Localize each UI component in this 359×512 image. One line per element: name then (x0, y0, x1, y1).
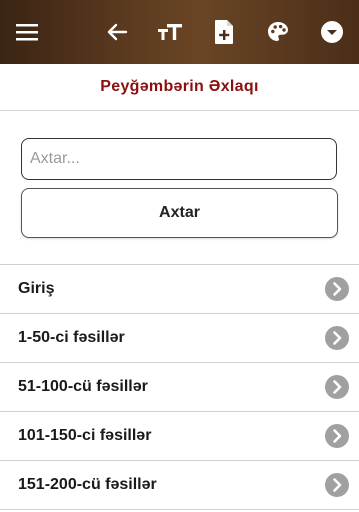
page-title: Peyğəmbərin Əxlaqı (100, 78, 259, 95)
chevron-down-circle-icon (321, 21, 343, 43)
text-size-icon (158, 24, 182, 40)
list-item-label: Giriş (18, 280, 55, 297)
menu-button[interactable] (11, 16, 43, 48)
app-bar (0, 0, 359, 64)
back-button[interactable] (101, 16, 133, 48)
search-input[interactable] (21, 138, 337, 180)
list-item[interactable]: 1-50-ci fəsillər (0, 314, 359, 363)
list-item[interactable]: 101-150-ci fəsillər (0, 412, 359, 461)
chevron-right-icon (325, 424, 349, 448)
chevron-right-icon (325, 326, 349, 350)
add-document-icon (215, 20, 233, 44)
list-item-label: 101-150-ci fəsillər (18, 427, 152, 444)
list-item-label: 1-50-ci fəsillər (18, 329, 125, 346)
list-item[interactable]: 51-100-cü fəsillər (0, 363, 359, 412)
text-size-button[interactable] (154, 16, 186, 48)
title-bar: Peyğəmbərin Əxlaqı (0, 64, 359, 111)
search-button[interactable]: Axtar (21, 188, 338, 238)
list-item[interactable]: 151-200-cü fəsillər (0, 461, 359, 510)
chevron-right-icon (325, 277, 349, 301)
chapter-list: Giriş 1-50-ci fəsillər 51-100-cü fəsillə… (0, 264, 359, 510)
arrow-left-icon (107, 23, 128, 41)
list-item-label: 51-100-cü fəsillər (18, 378, 148, 395)
chevron-right-icon (325, 473, 349, 497)
chevron-right-icon (325, 375, 349, 399)
list-item-label: 151-200-cü fəsillər (18, 476, 157, 493)
menu-icon (16, 24, 38, 41)
palette-button[interactable] (262, 16, 294, 48)
add-document-button[interactable] (208, 16, 240, 48)
list-item[interactable]: Giriş (0, 265, 359, 314)
palette-icon (268, 22, 288, 41)
dropdown-button[interactable] (316, 16, 348, 48)
